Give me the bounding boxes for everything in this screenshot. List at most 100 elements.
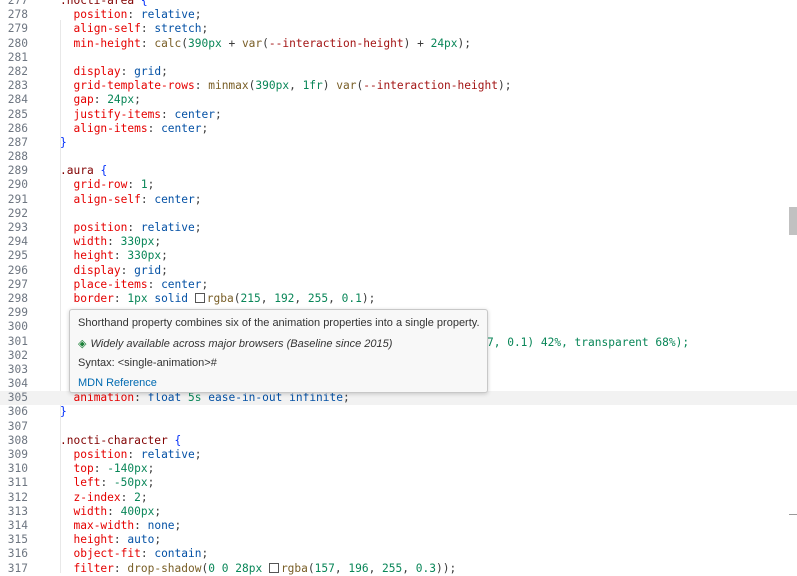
line-number: 315 (7, 533, 28, 547)
code-text: display: grid; (73, 64, 168, 78)
code-text: } (60, 135, 67, 149)
scrollbar-marker (789, 514, 797, 515)
line-number: 284 (7, 93, 28, 107)
code-line[interactable]: 297 place-items: center; (0, 278, 797, 292)
code-text: left: -50px; (73, 476, 155, 490)
line-number: 278 (7, 8, 28, 22)
hover-tooltip: Shorthand property combines six of the a… (69, 309, 488, 393)
code-line-301-tail: 7, 0.1) 42%, transparent 68%); (487, 336, 690, 349)
code-line[interactable]: 279 align-self: stretch; (0, 22, 797, 36)
code-line[interactable]: 312 z-index: 2; (0, 491, 797, 505)
code-text: align-items: center; (73, 121, 209, 135)
line-number: 296 (7, 263, 28, 277)
code-line[interactable]: 283 grid-template-rows: minmax(390px, 1f… (0, 79, 797, 93)
line-number: 293 (7, 221, 28, 234)
line-number: 308 (7, 433, 28, 447)
code-line[interactable]: 310 top: -140px; (0, 462, 797, 476)
code-text: position: relative; (73, 8, 202, 22)
code-line[interactable]: 284 gap: 24px; (0, 93, 797, 107)
line-number: 304 (7, 377, 28, 391)
code-text: justify-items: center; (73, 107, 222, 121)
line-number: 301 (7, 334, 28, 348)
code-line[interactable]: 309 position: relative; (0, 448, 797, 462)
code-line[interactable]: 295 height: 330px; (0, 249, 797, 263)
code-text: position: relative; (73, 448, 202, 461)
line-number: 294 (7, 235, 28, 249)
code-line[interactable]: 316 object-fit: contain; (0, 547, 797, 561)
code-text: filter: drop-shadow(0 0 28px rgba(157, 1… (73, 561, 457, 575)
code-line[interactable]: 313 width: 400px; (0, 505, 797, 519)
code-line[interactable]: 291 align-self: center; (0, 193, 797, 207)
code-line[interactable]: 315 height: auto; (0, 533, 797, 547)
mdn-reference-link[interactable]: MDN Reference (78, 377, 157, 389)
code-line[interactable]: 288 (0, 150, 797, 164)
code-text: grid-row: 1; (73, 178, 155, 192)
code-line[interactable]: 311 left: -50px; (0, 476, 797, 490)
code-text: width: 330px; (73, 235, 162, 249)
code-line[interactable]: 281 (0, 51, 797, 65)
code-line[interactable]: 296 display: grid; (0, 264, 797, 278)
line-number: 290 (7, 178, 28, 192)
code-line[interactable]: 290 grid-row: 1; (0, 178, 797, 192)
code-line[interactable]: 287} (0, 136, 797, 150)
code-line[interactable]: 278 position: relative; (0, 8, 797, 22)
line-number: 279 (7, 22, 28, 36)
code-line[interactable]: 280 min-height: calc(390px + var(--inter… (0, 37, 797, 51)
code-text: display: grid; (73, 263, 168, 277)
hover-syntax: Syntax: <single-animation># (78, 357, 217, 369)
code-line[interactable]: 285 justify-items: center; (0, 108, 797, 122)
line-number: 289 (7, 164, 28, 178)
code-line[interactable]: 305 animation: float 5s ease-in-out infi… (0, 391, 797, 406)
code-line[interactable]: 298 border: 1px solid rgba(215, 192, 255… (0, 292, 797, 306)
color-swatch-icon[interactable] (194, 292, 205, 303)
line-number: 299 (7, 306, 28, 320)
code-line[interactable]: 289 .aura { (0, 164, 797, 178)
line-number: 310 (7, 462, 28, 476)
code-text: height: auto; (73, 533, 162, 547)
line-number: 311 (7, 476, 28, 490)
code-line[interactable]: 314 max-width: none; (0, 519, 797, 533)
code-line[interactable]: 282 display: grid; (0, 65, 797, 79)
code-text: .nocti-area { (60, 0, 148, 7)
code-text: border: 1px solid rgba(215, 192, 255, 0.… (73, 291, 376, 305)
line-number: 306 (7, 405, 28, 419)
code-line[interactable]: 307 (0, 420, 797, 434)
line-number: 302 (7, 348, 28, 362)
code-text: object-fit: contain; (73, 547, 209, 561)
code-text: grid-template-rows: minmax(390px, 1fr) v… (73, 79, 512, 93)
code-line[interactable]: 286 align-items: center; (0, 122, 797, 136)
code-line[interactable]: 317 filter: drop-shadow(0 0 28px rgba(15… (0, 562, 797, 576)
code-text: } (60, 405, 67, 419)
line-number: 317 (7, 561, 28, 575)
code-text: height: 330px; (73, 249, 168, 263)
color-swatch-icon[interactable] (268, 562, 279, 573)
code-line[interactable]: 308 .nocti-character { (0, 434, 797, 448)
code-text: min-height: calc(390px + var(--interacti… (73, 36, 472, 50)
code-text: animation: float 5s ease-in-out infinite… (73, 391, 350, 405)
line-number: 283 (7, 79, 28, 93)
line-number: 303 (7, 362, 28, 376)
code-text: top: -140px; (73, 462, 155, 476)
line-number: 280 (7, 36, 28, 50)
line-number: 316 (7, 547, 28, 561)
code-line[interactable]: 277 .nocti-area { (0, 0, 797, 8)
line-number: 297 (7, 277, 28, 291)
code-line[interactable]: 306} (0, 405, 797, 419)
line-number: 300 (7, 320, 28, 334)
line-number: 305 (7, 391, 28, 405)
code-line[interactable]: 294 width: 330px; (0, 235, 797, 249)
code-text: gap: 24px; (73, 93, 141, 107)
code-editor[interactable]: 277 .nocti-area {278 position: relative; 2… (0, 0, 797, 576)
code-line[interactable]: 293 position: relative; (0, 221, 797, 235)
line-number: 312 (7, 490, 28, 504)
line-number: 277 (7, 0, 28, 7)
line-number: 292 (7, 206, 28, 220)
line-number: 313 (7, 504, 28, 518)
code-text: place-items: center; (73, 277, 209, 291)
vertical-scrollbar-thumb[interactable] (789, 207, 797, 235)
code-line[interactable]: 292 (0, 207, 797, 221)
line-number: 298 (7, 291, 28, 305)
line-number: 307 (7, 419, 28, 433)
line-number: 281 (7, 50, 28, 64)
line-number: 291 (7, 192, 28, 206)
